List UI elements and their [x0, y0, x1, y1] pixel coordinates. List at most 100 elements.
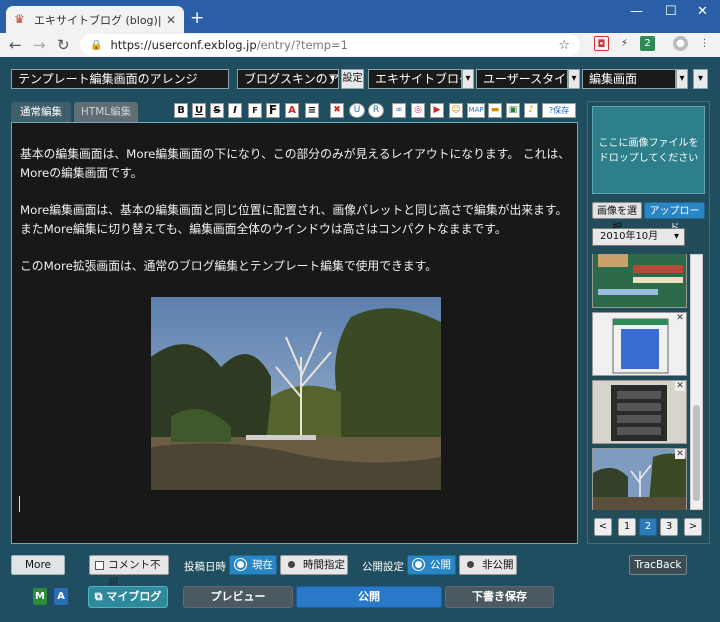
strike-button[interactable]: S: [210, 103, 224, 118]
url-host: https://userconf.exblog.jp: [110, 38, 257, 52]
public-radio-label: 公開: [430, 559, 451, 571]
user-style-select[interactable]: ユーザースタイル:: [476, 69, 568, 89]
thumbnail-item[interactable]: ✕: [592, 312, 687, 376]
public-radio[interactable]: 公開: [407, 555, 456, 575]
month-select[interactable]: 2010年10月 ▾: [592, 228, 685, 246]
page-prev-button[interactable]: <: [594, 518, 612, 536]
sheets-extension-icon[interactable]: 2: [640, 36, 655, 51]
forward-icon[interactable]: →: [33, 36, 46, 54]
template-name-field[interactable]: テンプレート編集画面のアレンジ: [11, 69, 229, 89]
post-time-label: 投稿日時: [184, 561, 226, 573]
font-large-button[interactable]: F: [266, 103, 280, 118]
italic-button[interactable]: I: [228, 103, 242, 118]
thumbnail-scrollbar[interactable]: [690, 254, 703, 510]
user-style-arrow-icon[interactable]: ▾: [568, 69, 580, 89]
private-radio-label: 非公開: [482, 559, 514, 571]
page-3-button[interactable]: 3: [660, 518, 678, 536]
post-time-specify-radio[interactable]: 時間指定: [280, 555, 348, 575]
blog-select[interactable]: エキサイトブログ: [368, 69, 462, 89]
trackback-button[interactable]: TracBack: [629, 555, 687, 575]
new-tab-icon[interactable]: +: [190, 8, 204, 28]
preview-button[interactable]: プレビュー: [183, 586, 293, 608]
drop-text-line2: ドロップしてください: [598, 153, 699, 164]
delete-thumbnail-icon[interactable]: ✕: [675, 313, 685, 323]
thumbnail-list: ✕ ✕ ✕: [592, 254, 689, 510]
tab-html-edit[interactable]: HTML編集: [74, 102, 138, 122]
no-comment-label: コメント不可: [108, 559, 161, 589]
emoji-icon[interactable]: ☺: [449, 103, 463, 118]
close-tab-icon[interactable]: ✕: [166, 13, 176, 27]
editor-paragraph-1b: Moreの編集画面です。: [20, 166, 143, 180]
external-link-icon: ⧉: [94, 590, 107, 603]
thumbnail-item[interactable]: ✕: [592, 448, 687, 510]
font-small-button[interactable]: F: [248, 103, 262, 118]
thumbnail-item[interactable]: ✕: [592, 380, 687, 444]
delete-thumbnail-icon[interactable]: ✕: [675, 449, 685, 459]
maximize-icon[interactable]: ☐: [665, 4, 677, 19]
save-help-icon[interactable]: ?保存: [542, 103, 576, 118]
bookmark-star-icon[interactable]: ☆: [558, 38, 570, 53]
m-toggle-button[interactable]: M: [33, 588, 47, 605]
instagram-icon[interactable]: ◎: [411, 103, 425, 118]
delete-thumbnail-icon[interactable]: ✕: [675, 381, 685, 391]
post-time-specify-label: 時間指定: [303, 559, 345, 571]
folder-icon[interactable]: ▬: [488, 103, 502, 118]
no-comment-checkbox[interactable]: コメント不可: [89, 555, 169, 589]
browser-tab[interactable]: ♛ エキサイトブログ (blog)|新規投稿 ✕: [6, 6, 184, 33]
a-toggle-button[interactable]: A: [54, 588, 68, 605]
skin-select[interactable]: ブログスキンのア: [237, 69, 339, 89]
browser-menu-icon[interactable]: ⋮: [697, 36, 712, 51]
editor-paragraph-3: このMore拡張画面は、通常のブログ編集とテンプレート編集で使用できます。: [20, 259, 438, 273]
map-icon[interactable]: MAP: [467, 103, 485, 118]
reload-icon[interactable]: ↻: [57, 36, 70, 54]
public-setting-label: 公開設定: [362, 561, 404, 573]
blog-select-arrow-icon[interactable]: ▾: [462, 69, 474, 89]
editor-paragraph-2: More編集画面は、基本の編集画面と同じ位置に配置され、画像パレットと同じ高さで…: [20, 203, 568, 217]
screen-select-arrow-icon[interactable]: ▾: [676, 69, 688, 89]
park-photo[interactable]: [151, 297, 441, 490]
settings-button[interactable]: 設定: [341, 69, 364, 89]
publish-button[interactable]: 公開: [296, 586, 442, 608]
editor-paragraph-2b: またMore編集に切り替えても、編集画面全体のウインドウは高さはコンパクトなまま…: [20, 222, 507, 236]
address-bar[interactable]: 🔒 https://userconf.exblog.jp/entry/?temp…: [80, 34, 580, 56]
page-2-button[interactable]: 2: [639, 518, 657, 536]
align-button[interactable]: ≡: [305, 103, 319, 118]
back-icon[interactable]: ←: [9, 36, 22, 54]
profile-avatar-icon[interactable]: ●: [673, 36, 688, 51]
thumbnail-item[interactable]: [592, 254, 687, 308]
screen-select[interactable]: 編集画面: [582, 69, 676, 89]
save-draft-button[interactable]: 下書き保存: [445, 586, 554, 608]
tab-normal-edit[interactable]: 通常編集: [11, 102, 71, 122]
post-time-now-radio[interactable]: 現在: [229, 555, 277, 575]
minimize-icon[interactable]: —: [630, 4, 643, 19]
more-button[interactable]: More: [11, 555, 65, 575]
bold-button[interactable]: B: [174, 103, 188, 118]
page-next-button[interactable]: >: [684, 518, 702, 536]
text-color-button[interactable]: A: [285, 103, 299, 118]
browser-tab-bar: ♛ エキサイトブログ (blog)|新規投稿 ✕ + — ☐ ✕: [0, 0, 720, 33]
pocket-extension-icon[interactable]: ◘: [594, 36, 609, 51]
text-caret: [19, 496, 20, 512]
myblog-button[interactable]: ⧉ マイブログ: [88, 586, 168, 608]
link-icon[interactable]: ∞: [392, 103, 406, 118]
extra-menu-arrow-icon[interactable]: ▾: [693, 69, 708, 89]
lock-icon: 🔒: [90, 39, 103, 51]
book-icon[interactable]: ▣: [506, 103, 520, 118]
image-drop-zone[interactable]: ここに画像ファイルを ドロップしてください: [592, 106, 705, 194]
month-select-value: 2010年10月: [600, 231, 659, 242]
page-1-button[interactable]: 1: [618, 518, 636, 536]
select-image-button[interactable]: 画像を選択: [592, 202, 642, 234]
bell-icon[interactable]: ♪: [524, 103, 538, 118]
bolt-extension-icon[interactable]: ⚡: [617, 36, 632, 51]
underline-button[interactable]: U: [192, 103, 206, 118]
clear-format-icon[interactable]: ✖: [330, 103, 344, 118]
editor-area[interactable]: 基本の編集画面は、More編集画面の下になり、この部分のみが見えるレイアウトにな…: [11, 122, 578, 544]
scrollbar-thumb[interactable]: [693, 405, 700, 501]
youtube-icon[interactable]: ▶: [430, 103, 444, 118]
undo-icon[interactable]: U: [349, 103, 365, 118]
redo-icon[interactable]: R: [368, 103, 384, 118]
upload-button[interactable]: アップロード: [644, 202, 705, 234]
editor-paragraph-1: 基本の編集画面は、More編集画面の下になり、この部分のみが見えるレイアウトにな…: [20, 147, 571, 161]
close-window-icon[interactable]: ✕: [697, 4, 708, 19]
private-radio[interactable]: 非公開: [459, 555, 517, 575]
